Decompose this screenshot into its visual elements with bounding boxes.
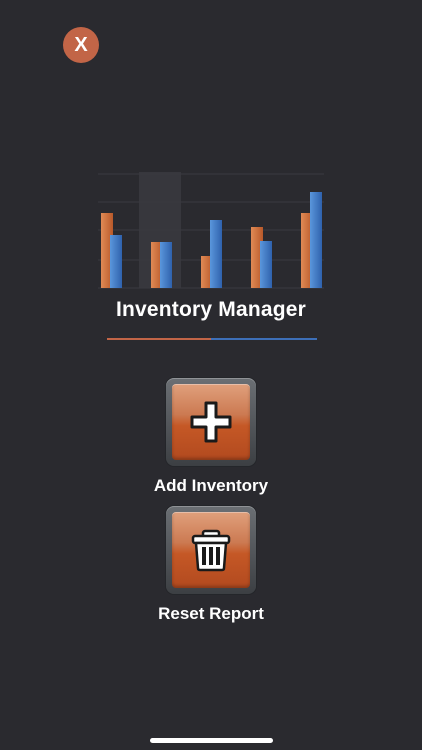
add-inventory-button-face bbox=[172, 384, 250, 460]
logo-bars bbox=[101, 192, 322, 288]
reset-report-label: Reset Report bbox=[158, 604, 264, 623]
add-inventory-label: Add Inventory bbox=[153, 476, 269, 495]
app-title: Inventory Manager bbox=[115, 298, 307, 321]
reset-report-button-face bbox=[172, 512, 250, 588]
reset-report-button[interactable] bbox=[166, 506, 256, 594]
plus-icon bbox=[190, 401, 232, 443]
close-button[interactable]: X bbox=[63, 27, 99, 63]
title-underline-orange bbox=[107, 338, 211, 340]
logo-bar-blue bbox=[110, 235, 122, 288]
logo-bar-blue bbox=[210, 220, 222, 288]
logo-chart bbox=[98, 172, 324, 289]
close-icon: X bbox=[74, 34, 88, 56]
title-underline-blue bbox=[211, 338, 317, 340]
logo-bar-blue bbox=[260, 241, 272, 288]
home-indicator bbox=[150, 738, 273, 743]
trash-icon bbox=[191, 529, 231, 572]
reset-report-action: Reset Report bbox=[0, 506, 422, 624]
add-inventory-action: Add Inventory bbox=[0, 378, 422, 496]
logo-bar-blue bbox=[310, 192, 322, 288]
add-inventory-button[interactable] bbox=[166, 378, 256, 466]
logo-bar-blue bbox=[160, 242, 172, 288]
